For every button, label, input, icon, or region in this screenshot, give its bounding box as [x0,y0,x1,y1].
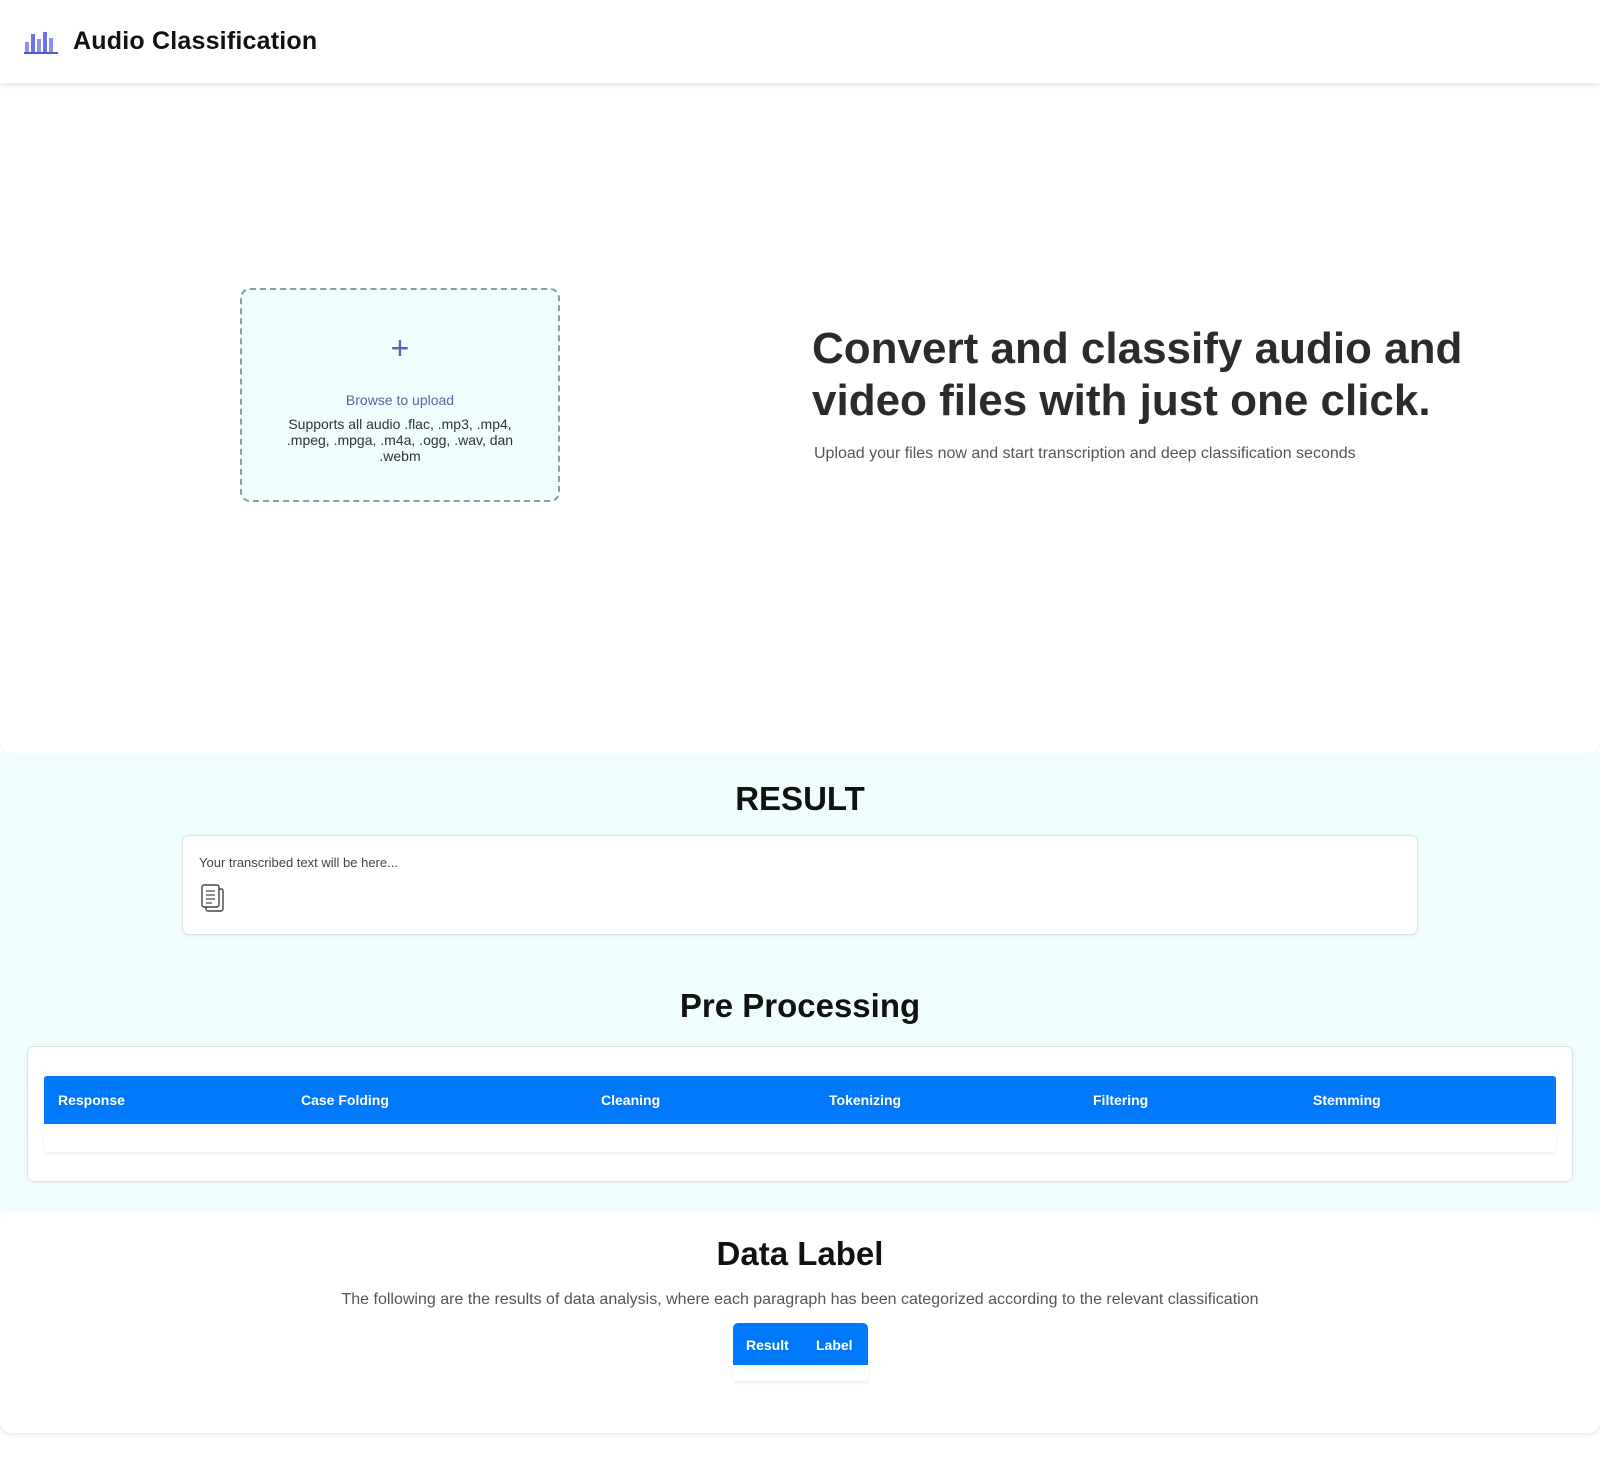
column-header-stemming: Stemming [1313,1092,1381,1108]
preprocessing-section: Pre Processing Response Case Folding Cle… [0,963,1600,1211]
hero-subtext: Upload your files now and start transcri… [814,445,1356,462]
label-table-body [733,1365,868,1381]
data-label-description: The following are the results of data an… [341,1291,1259,1308]
top-navbar: Audio Classification [0,0,1600,83]
transcription-placeholder: Your transcribed text will be here... [199,855,398,870]
copy-icon[interactable] [200,884,226,914]
plus-icon: + [390,330,410,366]
preprocessing-table-header: Response Case Folding Cleaning Tokenizin… [44,1076,1556,1124]
column-header-label: Label [816,1337,853,1353]
preprocessing-title: Pre Processing [679,987,921,1024]
column-header-case-folding: Case Folding [301,1092,389,1108]
column-header-cleaning: Cleaning [601,1092,661,1108]
browse-upload-link[interactable]: Browse to upload [242,392,558,408]
data-label-title: Data Label [716,1235,884,1272]
label-table-header: Result Label [733,1323,868,1365]
column-header-response: Response [58,1092,125,1108]
preprocessing-table-body [44,1124,1556,1152]
preprocessing-card: Response Case Folding Cleaning Tokenizin… [27,1046,1573,1182]
upload-dropzone[interactable]: + Browse to upload Supports all audio .f… [240,288,560,502]
transcription-output: Your transcribed text will be here... [182,835,1418,935]
column-header-tokenizing: Tokenizing [829,1092,902,1108]
column-header-filtering: Filtering [1093,1092,1149,1108]
supported-formats-text: Supports all audio .flac, .mp3, .mp4, .m… [286,416,514,464]
audio-bars-icon [24,30,58,54]
hero-headline: Convert and classify audio and video fil… [812,324,1463,425]
app-title[interactable]: Audio Classification [73,27,317,56]
hero-section: + Browse to upload Supports all audio .f… [0,83,1600,753]
column-header-result: Result [746,1337,789,1353]
result-title: RESULT [735,780,865,817]
data-label-section: Data Label The following are the results… [0,1211,1600,1433]
result-section: RESULT Your transcribed text will be her… [0,753,1600,963]
